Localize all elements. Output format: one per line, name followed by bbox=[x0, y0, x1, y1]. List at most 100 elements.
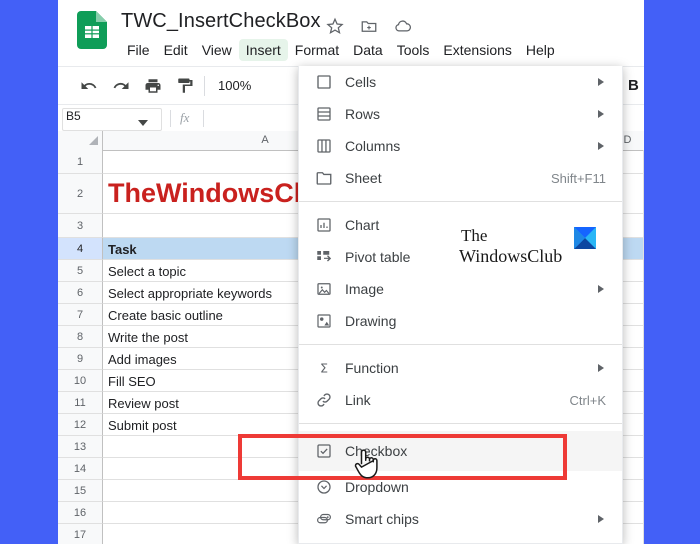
row-header[interactable]: 9 bbox=[58, 348, 103, 370]
menu-item-label: Image bbox=[345, 281, 384, 297]
columns-icon bbox=[315, 137, 333, 155]
menu-item-checkbox[interactable]: Checkbox bbox=[299, 431, 622, 471]
cell-A9[interactable]: Add images bbox=[108, 352, 177, 367]
menu-separator bbox=[299, 423, 622, 424]
row-header[interactable]: 17 bbox=[58, 524, 103, 544]
sheets-icon bbox=[77, 11, 107, 49]
insert-dropdown-menu[interactable]: The WindowsClub Cells Rows Columns Sheet Shi… bbox=[298, 66, 623, 544]
row-header[interactable]: 1 bbox=[58, 150, 103, 174]
menu-item-label: Chart bbox=[345, 217, 380, 233]
menu-item-drawing[interactable]: Drawing bbox=[299, 305, 622, 337]
row-header[interactable]: 13 bbox=[58, 436, 103, 458]
toolbar-divider bbox=[204, 76, 205, 96]
menu-bar: File Edit View Insert Format Data Tools Extensi… bbox=[120, 38, 562, 62]
print-icon[interactable] bbox=[144, 77, 162, 95]
menu-item-smart-chips[interactable]: Smart chips bbox=[299, 503, 622, 535]
move-to-folder-icon[interactable] bbox=[360, 17, 378, 35]
document-title[interactable]: TWC_InsertCheckBox bbox=[121, 10, 321, 33]
row-header[interactable]: 12 bbox=[58, 414, 103, 436]
menu-item-sheet[interactable]: Sheet Shift+F11 bbox=[299, 162, 622, 194]
row-header[interactable]: 2 bbox=[58, 174, 103, 214]
menu-edit[interactable]: Edit bbox=[157, 39, 195, 61]
cloud-saved-icon[interactable] bbox=[394, 17, 412, 35]
menu-item-chart[interactable]: Chart bbox=[299, 209, 622, 241]
row-header[interactable]: 14 bbox=[58, 458, 103, 480]
fx-icon: fx bbox=[180, 110, 190, 125]
link-icon bbox=[315, 391, 333, 409]
cell-A4[interactable]: Task bbox=[108, 242, 137, 257]
menu-format[interactable]: Format bbox=[288, 39, 346, 61]
row-header[interactable]: 8 bbox=[58, 326, 103, 348]
undo-icon[interactable] bbox=[80, 77, 98, 95]
menu-item-pivot-table[interactable]: Pivot table bbox=[299, 241, 622, 273]
checkbox-icon bbox=[315, 442, 333, 460]
grid-line bbox=[643, 150, 644, 544]
menu-data[interactable]: Data bbox=[346, 39, 390, 61]
cell-A6[interactable]: Select appropriate keywords bbox=[108, 286, 272, 301]
dropdown-icon bbox=[315, 478, 333, 496]
menu-item-rows[interactable]: Rows bbox=[299, 98, 622, 130]
row-header[interactable]: 5 bbox=[58, 260, 103, 282]
menu-view[interactable]: View bbox=[195, 39, 239, 61]
row-header[interactable]: 11 bbox=[58, 392, 103, 414]
pointing-hand-cursor bbox=[352, 447, 380, 481]
drawing-icon bbox=[315, 312, 333, 330]
menu-item-label: Link bbox=[345, 392, 371, 408]
menu-item-label: Drawing bbox=[345, 313, 397, 329]
row-header[interactable]: 16 bbox=[58, 502, 103, 524]
submenu-arrow-icon bbox=[598, 142, 604, 150]
menu-item-shortcut: Ctrl+K bbox=[569, 392, 606, 408]
corner-triangle-icon bbox=[89, 136, 98, 145]
paint-format-icon[interactable] bbox=[176, 77, 194, 95]
cells-icon bbox=[315, 73, 333, 91]
row-header[interactable]: 7 bbox=[58, 304, 103, 326]
menu-item-label: Smart chips bbox=[345, 511, 419, 527]
menu-item-columns[interactable]: Columns bbox=[299, 130, 622, 162]
row-header[interactable]: 15 bbox=[58, 480, 103, 502]
function-icon: Σ bbox=[315, 359, 333, 377]
google-sheets-window: TWC_InsertCheckBox File Edit View Insert For… bbox=[58, 0, 644, 544]
menu-insert[interactable]: Insert bbox=[238, 39, 288, 61]
menu-item-cells[interactable]: Cells bbox=[299, 66, 622, 98]
rows-icon bbox=[315, 105, 333, 123]
title-bar: TWC_InsertCheckBox File Edit View Insert For… bbox=[58, 0, 644, 66]
menu-help[interactable]: Help bbox=[519, 39, 562, 61]
row-header[interactable]: 3 bbox=[58, 214, 103, 238]
menu-file[interactable]: File bbox=[120, 39, 157, 61]
menu-tools[interactable]: Tools bbox=[390, 39, 437, 61]
menu-item-image[interactable]: Image bbox=[299, 273, 622, 305]
menu-item-label: Sheet bbox=[345, 170, 382, 186]
submenu-arrow-icon bbox=[598, 285, 604, 293]
svg-text:Σ: Σ bbox=[320, 362, 328, 377]
cell-A5[interactable]: Select a topic bbox=[108, 264, 186, 279]
cell-A12[interactable]: Submit post bbox=[108, 418, 177, 433]
cell-A10[interactable]: Fill SEO bbox=[108, 374, 156, 389]
select-all-corner[interactable] bbox=[58, 131, 103, 150]
cell-A8[interactable]: Write the post bbox=[108, 330, 188, 345]
row-header[interactable]: 4 bbox=[58, 238, 103, 260]
chart-icon bbox=[315, 216, 333, 234]
submenu-arrow-icon bbox=[598, 110, 604, 118]
menu-item-link[interactable]: Link Ctrl+K bbox=[299, 384, 622, 416]
chevron-down-icon[interactable] bbox=[138, 114, 148, 132]
row-header[interactable]: 10 bbox=[58, 370, 103, 392]
zoom-level[interactable]: 100% bbox=[218, 78, 251, 93]
formula-divider bbox=[170, 110, 171, 127]
menu-item-shortcut: Shift+F11 bbox=[550, 170, 606, 186]
cell-A7[interactable]: Create basic outline bbox=[108, 308, 223, 323]
formula-divider-2 bbox=[203, 110, 204, 127]
menu-extensions[interactable]: Extensions bbox=[436, 39, 518, 61]
menu-item-label: Cells bbox=[345, 74, 377, 90]
cell-A11[interactable]: Review post bbox=[108, 396, 179, 411]
redo-icon[interactable] bbox=[112, 77, 130, 95]
menu-item-function[interactable]: Σ Function bbox=[299, 352, 622, 384]
menu-item-dropdown[interactable]: Dropdown bbox=[299, 471, 622, 503]
menu-separator bbox=[299, 201, 622, 202]
image-icon bbox=[315, 280, 333, 298]
bold-button[interactable]: B bbox=[628, 77, 639, 94]
star-icon[interactable] bbox=[326, 17, 344, 35]
row-header[interactable]: 6 bbox=[58, 282, 103, 304]
menu-item-label: Function bbox=[345, 360, 399, 376]
menu-item-label: Pivot table bbox=[345, 249, 411, 265]
smart-chips-icon bbox=[315, 510, 333, 528]
